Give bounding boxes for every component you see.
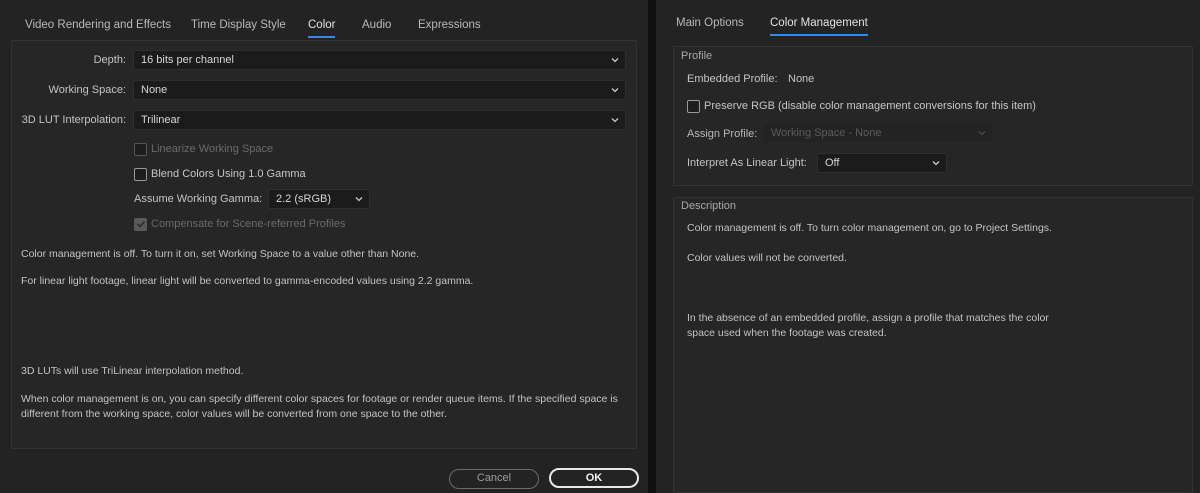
- compensate-label: Compensate for Scene-referred Profiles: [151, 218, 346, 230]
- tab-main-options[interactable]: Main Options: [676, 17, 744, 29]
- checkbox-box: [134, 168, 147, 181]
- chevron-down-icon: [978, 131, 986, 136]
- profile-section-title: Profile: [681, 50, 713, 62]
- preserve-rgb-checkbox[interactable]: Preserve RGB (disable color management c…: [687, 100, 1167, 114]
- window-divider: [648, 0, 656, 493]
- profile-panel: Profile Embedded Profile: None Preserve …: [673, 46, 1193, 186]
- lut-interpolation-value: Trilinear: [141, 114, 181, 126]
- assign-profile-select[interactable]: Working Space - None: [763, 123, 993, 143]
- description-line-3a: In the absence of an embedded profile, a…: [687, 312, 1049, 324]
- compensate-scene-referred-checkbox[interactable]: Compensate for Scene-referred Profiles: [134, 218, 434, 232]
- working-gamma-label: Assume Working Gamma:: [134, 193, 263, 205]
- chevron-down-icon: [611, 118, 619, 123]
- tab-audio[interactable]: Audio: [362, 19, 391, 31]
- lut-interpolation-select[interactable]: Trilinear: [133, 110, 626, 130]
- interpret-linear-value: Off: [825, 157, 840, 169]
- chevron-down-icon: [932, 161, 940, 166]
- chevron-down-icon: [611, 88, 619, 93]
- tab-color[interactable]: Color: [308, 19, 336, 38]
- cancel-button[interactable]: Cancel: [449, 469, 539, 489]
- depth-value: 16 bits per channel: [141, 54, 234, 66]
- chevron-down-icon: [611, 58, 619, 63]
- interpret-footage-dialog: Main Options Color Management Profile Em…: [656, 0, 1200, 493]
- working-space-value: None: [141, 84, 168, 96]
- blend-colors-label: Blend Colors Using 1.0 Gamma: [151, 168, 306, 180]
- embedded-profile-value: None: [788, 73, 815, 85]
- linearize-label: Linearize Working Space: [151, 143, 274, 155]
- info-color-spaces-line2: different from the working space, color …: [21, 408, 447, 420]
- working-space-select[interactable]: None: [133, 80, 626, 100]
- tab-color-management[interactable]: Color Management: [770, 17, 868, 36]
- assign-profile-label: Assign Profile:: [687, 128, 758, 140]
- working-gamma-value: 2.2 (sRGB): [276, 193, 332, 205]
- tab-expressions[interactable]: Expressions: [418, 19, 481, 31]
- lut-interpolation-label: 3D LUT Interpolation:: [21, 114, 126, 126]
- description-line-1: Color management is off. To turn color m…: [687, 222, 1052, 234]
- info-color-spaces-line1: When color management is on, you can spe…: [21, 393, 618, 405]
- depth-select[interactable]: 16 bits per channel: [133, 50, 626, 70]
- interpret-linear-label: Interpret As Linear Light:: [687, 157, 807, 169]
- project-settings-dialog: Video Rendering and Effects Time Display…: [0, 0, 648, 493]
- checkmark-icon: [136, 220, 146, 228]
- tab-video-rendering[interactable]: Video Rendering and Effects: [25, 19, 171, 31]
- settings-tabs: Video Rendering and Effects Time Display…: [0, 0, 648, 40]
- assign-profile-value: Working Space - None: [771, 127, 882, 139]
- checkbox-box: [134, 218, 147, 231]
- working-gamma-select[interactable]: 2.2 (sRGB): [268, 189, 370, 209]
- interpret-linear-select[interactable]: Off: [817, 153, 947, 173]
- tab-time-display-style[interactable]: Time Display Style: [191, 19, 286, 31]
- description-section-title: Description: [681, 200, 737, 212]
- linearize-working-space-checkbox[interactable]: Linearize Working Space: [134, 143, 434, 157]
- color-settings-panel: Depth: 16 bits per channel Working Space…: [11, 40, 637, 449]
- blend-colors-checkbox[interactable]: Blend Colors Using 1.0 Gamma: [134, 168, 434, 182]
- working-space-label: Working Space:: [48, 84, 126, 96]
- info-linear-light: For linear light footage, linear light w…: [21, 275, 474, 287]
- description-panel: Description Color management is off. To …: [673, 197, 1193, 493]
- checkbox-box: [134, 143, 147, 156]
- description-line-2: Color values will not be converted.: [687, 252, 847, 264]
- description-line-3b: space used when the footage was created.: [687, 327, 887, 339]
- preserve-rgb-label: Preserve RGB (disable color management c…: [704, 100, 1036, 112]
- chevron-down-icon: [355, 197, 363, 202]
- embedded-profile-label: Embedded Profile:: [687, 73, 778, 85]
- depth-label: Depth:: [93, 54, 126, 66]
- interpret-tabs: Main Options Color Management: [656, 0, 1200, 40]
- info-color-management-off: Color management is off. To turn it on, …: [21, 248, 420, 260]
- ok-button[interactable]: OK: [549, 468, 639, 488]
- checkbox-box: [687, 100, 700, 113]
- info-lut: 3D LUTs will use TriLinear interpolation…: [21, 365, 244, 377]
